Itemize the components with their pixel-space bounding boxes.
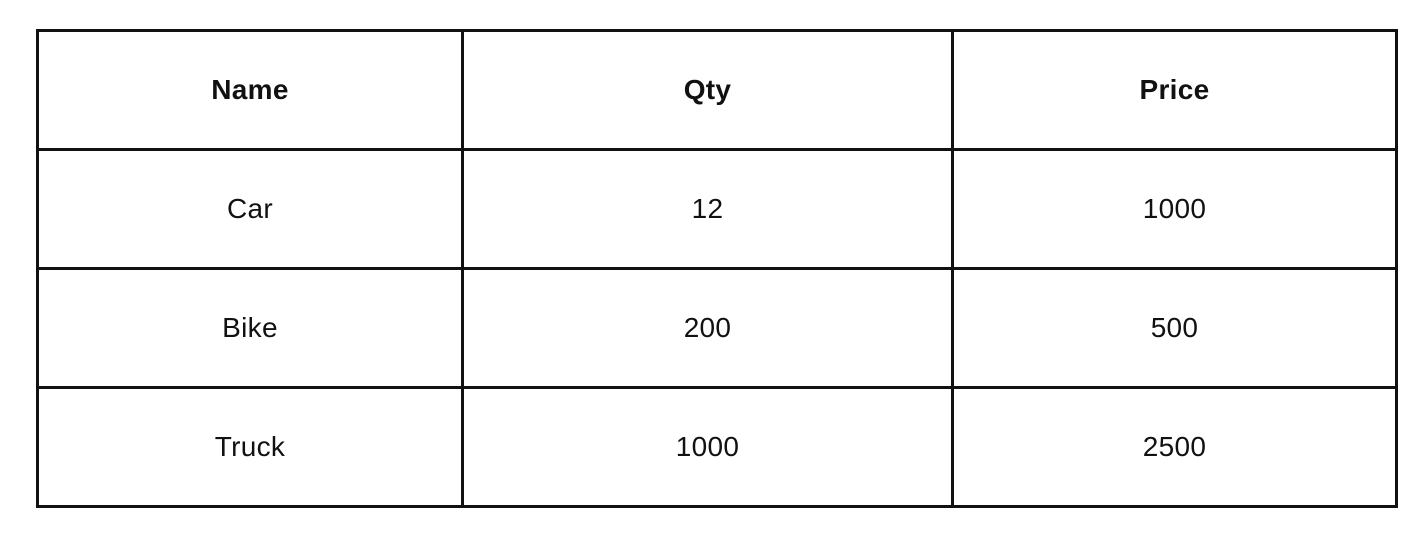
cell-name: Truck (36, 386, 464, 508)
column-header-price: Price (951, 29, 1398, 151)
column-header-qty: Qty (461, 29, 954, 151)
cell-name: Bike (36, 267, 464, 389)
cell-name: Car (36, 148, 464, 270)
cell-price: 500 (951, 267, 1398, 389)
cell-qty: 12 (461, 148, 954, 270)
table-body: Car 12 1000 Bike 200 500 Truck 1000 2500 (36, 148, 1398, 508)
header-row: Name Qty Price (36, 29, 1398, 151)
column-header-name: Name (36, 29, 464, 151)
table-row: Bike 200 500 (36, 267, 1398, 389)
table-row: Car 12 1000 (36, 148, 1398, 270)
cell-price: 1000 (951, 148, 1398, 270)
table-header: Name Qty Price (36, 29, 1398, 151)
data-table: Name Qty Price Car 12 1000 Bike 200 500 … (36, 29, 1398, 508)
cell-qty: 1000 (461, 386, 954, 508)
cell-price: 2500 (951, 386, 1398, 508)
table-row: Truck 1000 2500 (36, 386, 1398, 508)
cell-qty: 200 (461, 267, 954, 389)
